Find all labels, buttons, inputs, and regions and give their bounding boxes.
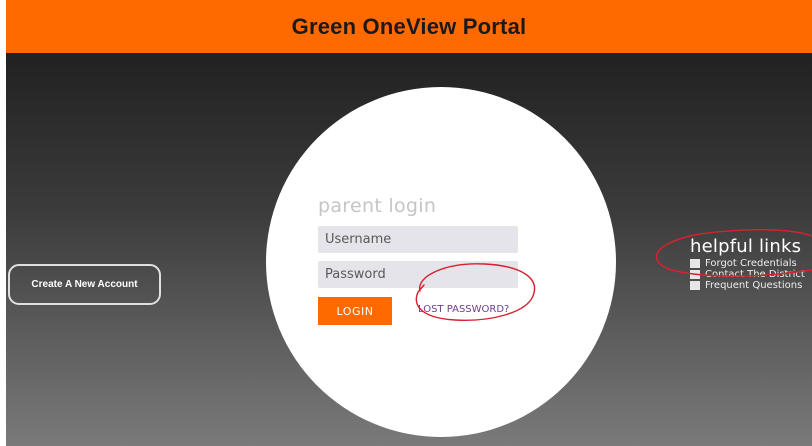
helpful-link-label: Contact The District (705, 269, 805, 280)
helpful-link-contact-district[interactable]: Contact The District (690, 269, 805, 280)
lost-password-link[interactable]: LOST PASSWORD? (418, 304, 509, 315)
helpful-links-heading: helpful links (690, 236, 802, 257)
login-page: Green OneView Portal parent login LOGIN … (0, 0, 812, 446)
helpful-link-label: Forgot Credentials (705, 258, 797, 269)
main-area: parent login LOGIN LOST PASSWORD? Create… (6, 53, 812, 446)
create-account-button[interactable]: Create A New Account (8, 264, 161, 305)
helpful-links-panel: helpful links Forgot Credentials Contact… (690, 236, 805, 291)
checkbox-icon (690, 259, 700, 268)
username-input[interactable] (318, 226, 518, 253)
top-banner: Green OneView Portal (6, 0, 812, 53)
helpful-link-forgot-credentials[interactable]: Forgot Credentials (690, 258, 805, 269)
password-input[interactable] (318, 261, 518, 288)
login-heading: parent login (318, 195, 437, 217)
checkbox-icon (690, 281, 700, 290)
helpful-link-label: Frequent Questions (705, 280, 803, 291)
login-button[interactable]: LOGIN (318, 297, 392, 325)
checkbox-icon (690, 270, 700, 279)
portal-title: Green OneView Portal (291, 13, 527, 39)
helpful-link-frequent-questions[interactable]: Frequent Questions (690, 280, 805, 291)
